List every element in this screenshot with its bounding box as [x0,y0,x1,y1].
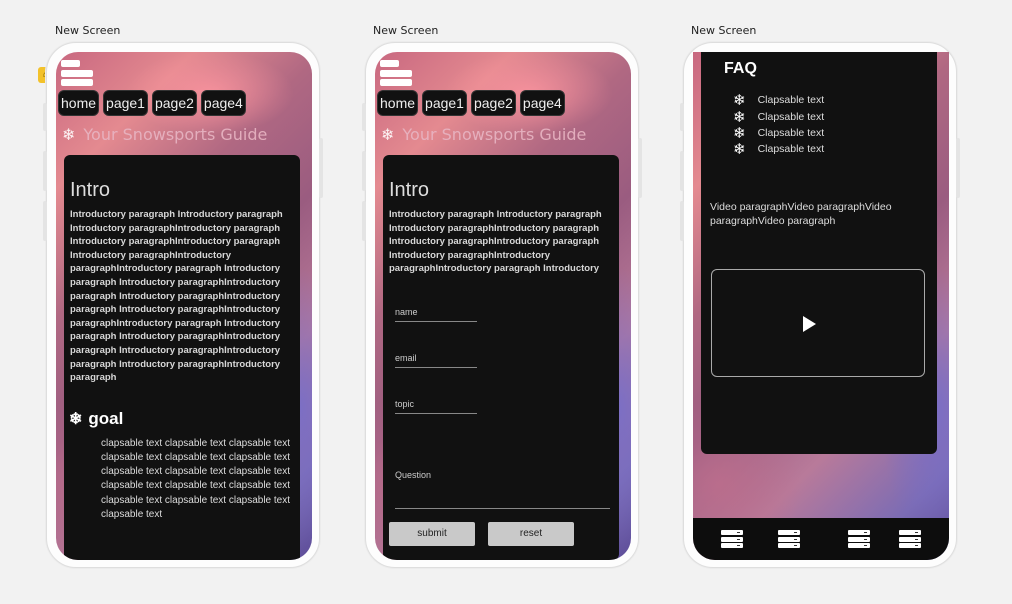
screen-label-1[interactable]: New Screen [55,24,120,37]
guide-title: Your Snowsports Guide [402,125,587,144]
snowflake-icon: ❄ [69,410,83,428]
side-button [319,138,323,198]
intro-heading: Intro [70,179,111,201]
side-button [956,138,960,198]
side-button [362,201,366,241]
topic-field[interactable]: topic [395,399,477,414]
goal-collapsible-text: clapsable text clapsable text clapsable … [101,437,290,520]
nav-page4[interactable]: page4 [519,90,565,116]
nav-home[interactable]: home [58,90,100,116]
side-button [362,103,366,131]
side-button [680,103,684,131]
guide-header: ❄ Your Snowsports Guide [62,125,267,144]
nav-page1[interactable]: page1 [103,90,148,116]
submit-button[interactable]: submit [389,522,475,546]
phone-frame-3: FAQ ❄ Clapsable text ❄ Clapsable text ❄ … [680,42,960,568]
menu-icon[interactable] [61,60,93,86]
menu-icon[interactable] [380,60,412,86]
screen-label-3[interactable]: New Screen [691,24,756,37]
question-field[interactable]: Question [395,470,610,509]
nav-page4[interactable]: page4 [200,90,246,116]
video-paragraph: Video paragraphVideo paragraphVideo para… [710,201,892,227]
nav-bar: home page1 page2 page4 [377,90,565,116]
snowflake-icon: ❄ [733,141,746,158]
side-button [680,151,684,191]
side-button [680,201,684,241]
screen-contact: home page1 page2 page4 ❄ Your Snowsports… [375,52,631,560]
design-canvas: New Screen New Screen New Screen ⌂ home … [0,0,1012,604]
content-card: Intro Introductory paragraph Introductor… [64,155,300,560]
server-icon[interactable] [778,530,800,548]
goal-heading[interactable]: ❄ goal [69,409,300,429]
server-icon[interactable] [848,530,870,548]
side-button [638,138,642,198]
server-icon[interactable] [721,530,743,548]
side-button [43,151,47,191]
snowflake-icon: ❄ [381,125,395,144]
bottom-tab-bar [693,518,949,560]
intro-heading: Intro [389,179,430,201]
faq-title: FAQ [724,60,757,77]
content-card: Intro Introductory paragraph Introductor… [383,155,619,560]
snowflake-icon: ❄ [733,92,746,109]
faq-item[interactable]: ❄ Clapsable text [733,91,824,109]
nav-page1[interactable]: page1 [422,90,467,116]
nav-bar: home page1 page2 page4 [58,90,246,116]
screen-label-2[interactable]: New Screen [373,24,438,37]
email-field[interactable]: email [395,353,477,368]
guide-header: ❄ Your Snowsports Guide [381,125,586,144]
video-player[interactable] [711,269,925,377]
reset-button[interactable]: reset [488,522,574,546]
phone-frame-2: home page1 page2 page4 ❄ Your Snowsports… [362,42,642,568]
side-button [43,201,47,241]
screen-intro: home page1 page2 page4 ❄ Your Snowsports… [56,52,312,560]
guide-title: Your Snowsports Guide [83,125,268,144]
play-icon[interactable] [803,316,816,332]
faq-card: FAQ ❄ Clapsable text ❄ Clapsable text ❄ … [701,52,937,454]
faq-item[interactable]: ❄ Clapsable text [733,140,824,158]
side-button [43,103,47,131]
screen-faq: FAQ ❄ Clapsable text ❄ Clapsable text ❄ … [693,52,949,560]
nav-page2[interactable]: page2 [470,90,516,116]
nav-home[interactable]: home [377,90,419,116]
intro-paragraph: Introductory paragraph Introductory para… [70,209,283,384]
intro-paragraph: Introductory paragraph Introductory para… [389,209,602,275]
server-icon[interactable] [899,530,921,548]
nav-page2[interactable]: page2 [151,90,197,116]
phone-frame-1: home page1 page2 page4 ❄ Your Snowsports… [43,42,323,568]
side-button [362,151,366,191]
snowflake-icon: ❄ [62,125,76,144]
name-field[interactable]: name [395,307,477,322]
